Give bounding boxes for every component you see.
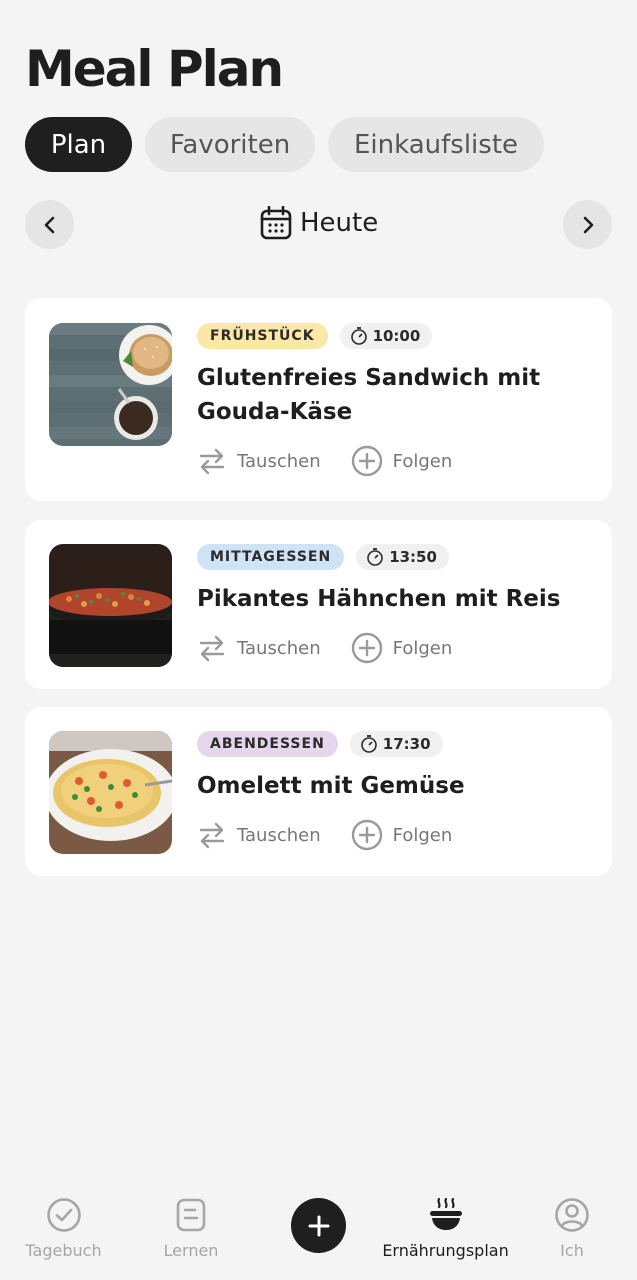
swap-button[interactable]: Tauschen — [197, 820, 321, 850]
plus-icon — [308, 1215, 329, 1236]
chevron-right-icon — [583, 216, 593, 233]
meal-card-content: MITTAGESSEN 13:50 Pikantes Hähnchen mit … — [197, 544, 592, 664]
stopwatch-icon — [350, 327, 367, 345]
date-navigator: Heute — [25, 200, 612, 250]
follow-button[interactable]: Folgen — [351, 632, 453, 664]
meal-title[interactable]: Pikantes Hähnchen mit Reis — [197, 582, 592, 616]
plus-circle-icon — [351, 819, 382, 851]
meal-time: 10:00 — [372, 327, 421, 345]
follow-button[interactable]: Folgen — [351, 819, 453, 851]
calendar-icon — [260, 206, 292, 240]
nav-item-ich[interactable]: Ich — [553, 1197, 591, 1260]
follow-label: Folgen — [392, 450, 453, 472]
bottom-navigation: Tagebuch Lernen Ernährungsplan Ich — [0, 1185, 637, 1280]
add-button[interactable] — [291, 1198, 346, 1253]
meal-card-content: FRÜHSTÜCK 10:00 Glutenfreies Sandwich mi… — [197, 323, 592, 477]
user-icon — [555, 1198, 589, 1232]
meal-time-badge: 13:50 — [356, 544, 449, 570]
meal-time: 13:50 — [389, 548, 437, 566]
meal-type-badge: FRÜHSTÜCK — [197, 323, 328, 349]
meal-card-dinner[interactable]: ABENDESSEN 17:30 Omelett mit Gemüse Taus… — [25, 707, 612, 876]
check-circle-icon — [46, 1198, 81, 1232]
swap-icon — [199, 822, 225, 849]
nav-label: Ich — [560, 1241, 584, 1260]
meal-time: 17:30 — [382, 735, 431, 753]
next-day-button[interactable] — [563, 200, 612, 249]
swap-icon — [199, 635, 225, 662]
tab-plan[interactable]: Plan — [25, 117, 132, 172]
nav-item-lernen[interactable]: Lernen — [160, 1197, 222, 1260]
meal-type-badge: ABENDESSEN — [197, 731, 338, 757]
meal-title-line: Pikantes Hähnchen mit Reis — [197, 586, 561, 612]
meal-type-badge: MITTAGESSEN — [197, 544, 345, 570]
swap-button[interactable]: Tauschen — [197, 633, 321, 663]
document-icon — [176, 1198, 206, 1232]
meal-time-badge: 10:00 — [339, 323, 433, 349]
bowl-icon — [429, 1197, 462, 1230]
page-title: Meal Plan — [25, 40, 284, 98]
swap-icon — [199, 448, 225, 475]
swap-button[interactable]: Tauschen — [197, 446, 321, 476]
swap-label: Tauschen — [237, 824, 321, 846]
plus-circle-icon — [351, 632, 382, 664]
stopwatch-icon — [360, 735, 377, 753]
nav-label: Ernährungsplan — [382, 1241, 509, 1260]
stopwatch-icon — [367, 548, 383, 566]
nav-item-ernaehrungsplan[interactable]: Ernährungsplan — [382, 1197, 509, 1260]
meal-title[interactable]: Omelett mit Gemüse — [197, 769, 592, 803]
nav-label: Lernen — [163, 1241, 219, 1260]
follow-label: Folgen — [392, 637, 453, 659]
follow-label: Folgen — [392, 824, 453, 846]
date-label[interactable]: Heute — [260, 206, 378, 240]
meal-image-sandwich[interactable] — [49, 323, 172, 446]
date-label-text: Heute — [300, 208, 379, 238]
tab-einkaufsliste[interactable]: Einkaufsliste — [328, 117, 544, 172]
nav-label: Tagebuch — [25, 1241, 102, 1260]
nav-item-tagebuch[interactable]: Tagebuch — [25, 1197, 102, 1260]
tab-favoriten[interactable]: Favoriten — [145, 117, 315, 172]
plus-circle-icon — [351, 445, 382, 477]
chevron-left-icon — [44, 216, 54, 233]
follow-button[interactable]: Folgen — [351, 445, 453, 477]
swap-label: Tauschen — [237, 637, 321, 659]
meal-card-lunch[interactable]: MITTAGESSEN 13:50 Pikantes Hähnchen mit … — [25, 520, 612, 689]
meal-title-line: Omelett mit Gemüse — [197, 773, 465, 799]
meal-image-omelette[interactable] — [49, 731, 172, 854]
meal-time-badge: 17:30 — [349, 731, 443, 757]
tab-bar: Plan Favoriten Einkaufsliste — [25, 117, 544, 172]
previous-day-button[interactable] — [25, 200, 74, 249]
meal-title[interactable]: Glutenfreies Sandwich mit Gouda-Käse — [197, 361, 592, 429]
meal-card-content: ABENDESSEN 17:30 Omelett mit Gemüse Taus… — [197, 731, 592, 851]
meal-title-line: Glutenfreies Sandwich mit — [197, 365, 541, 391]
meal-card-breakfast[interactable]: FRÜHSTÜCK 10:00 Glutenfreies Sandwich mi… — [25, 298, 612, 501]
meal-title-line: Gouda-Käse — [197, 399, 353, 425]
meal-image-chicken-rice[interactable] — [49, 544, 172, 667]
swap-label: Tauschen — [237, 450, 321, 472]
